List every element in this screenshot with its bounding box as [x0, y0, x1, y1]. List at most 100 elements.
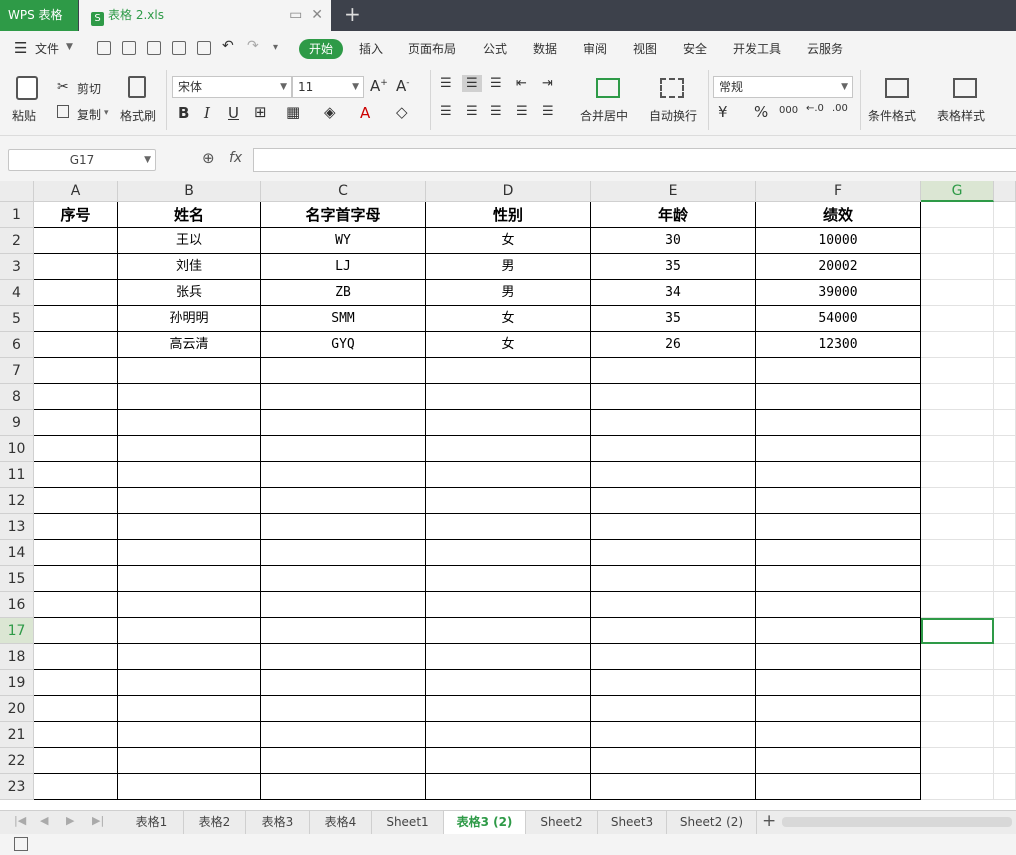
undo-icon[interactable]: ↶: [222, 38, 234, 54]
cell-a8[interactable]: [34, 384, 118, 410]
font-name-select[interactable]: 宋体 ▼: [172, 76, 292, 98]
cell-a15[interactable]: [34, 566, 118, 592]
cell-g12[interactable]: [921, 488, 994, 514]
cell-d17[interactable]: [426, 618, 591, 644]
cell-d22[interactable]: [426, 748, 591, 774]
new-tab-button[interactable]: +: [344, 0, 361, 29]
merge-center-button[interactable]: 合并居中: [580, 107, 628, 124]
cell-d1[interactable]: 性别: [426, 202, 591, 228]
cell-blank[interactable]: [994, 202, 1016, 228]
cell-a1[interactable]: 序号: [34, 202, 118, 228]
cell-g14[interactable]: [921, 540, 994, 566]
save-icon[interactable]: [122, 41, 136, 55]
cell-f1[interactable]: 绩效: [756, 202, 921, 228]
cell-b8[interactable]: [118, 384, 261, 410]
cell-c23[interactable]: [261, 774, 426, 800]
cell-blank[interactable]: [994, 280, 1016, 306]
cell-b6[interactable]: 高云清: [118, 332, 261, 358]
decrease-decimal-icon[interactable]: .00: [832, 103, 848, 114]
cell-g4[interactable]: [921, 280, 994, 306]
cell-f3[interactable]: 20002: [756, 254, 921, 280]
copy-button[interactable]: 复制: [77, 106, 101, 123]
name-box[interactable]: G17 ▼: [8, 149, 156, 171]
cell-b23[interactable]: [118, 774, 261, 800]
row-header[interactable]: 1: [0, 202, 34, 228]
number-format-select[interactable]: 常规 ▼: [713, 76, 853, 98]
increase-indent-icon[interactable]: ⇥: [542, 76, 553, 91]
cell-blank[interactable]: [994, 306, 1016, 332]
cell-a4[interactable]: [34, 280, 118, 306]
sheet-tab[interactable]: Sheet2: [526, 811, 598, 834]
cell-a12[interactable]: [34, 488, 118, 514]
cell-blank[interactable]: [994, 410, 1016, 436]
cell-a10[interactable]: [34, 436, 118, 462]
tab-insert[interactable]: 插入: [359, 40, 383, 57]
cell-b4[interactable]: 张兵: [118, 280, 261, 306]
cell-c17[interactable]: [261, 618, 426, 644]
align-middle-icon[interactable]: ☰: [462, 75, 482, 92]
chevron-down-icon[interactable]: ▾: [104, 108, 109, 118]
cell-e10[interactable]: [591, 436, 756, 462]
row-header[interactable]: 3: [0, 254, 34, 280]
cell-d21[interactable]: [426, 722, 591, 748]
select-all-corner[interactable]: [0, 181, 34, 202]
cell-blank[interactable]: [994, 722, 1016, 748]
cell-f17[interactable]: [756, 618, 921, 644]
paste-icon[interactable]: [16, 76, 38, 100]
sheet-tab[interactable]: 表格3 (2): [444, 811, 526, 834]
cell-b20[interactable]: [118, 696, 261, 722]
cell-a13[interactable]: [34, 514, 118, 540]
cell-g15[interactable]: [921, 566, 994, 592]
redo-icon[interactable]: ↷: [247, 38, 259, 54]
conditional-format-button[interactable]: 条件格式: [868, 107, 916, 124]
fill-color-icon[interactable]: ◈: [324, 103, 336, 121]
cell-a19[interactable]: [34, 670, 118, 696]
cut-button[interactable]: 剪切: [77, 80, 101, 97]
next-sheet-icon[interactable]: ▶: [66, 814, 74, 827]
cell-c20[interactable]: [261, 696, 426, 722]
cell-a20[interactable]: [34, 696, 118, 722]
tab-developer[interactable]: 开发工具: [733, 40, 781, 57]
row-header[interactable]: 8: [0, 384, 34, 410]
cell-a3[interactable]: [34, 254, 118, 280]
cell-c8[interactable]: [261, 384, 426, 410]
row-header[interactable]: 2: [0, 228, 34, 254]
cell-e4[interactable]: 34: [591, 280, 756, 306]
spreadsheet-grid[interactable]: A B C D E F G 1 序号 姓名 名字首字母 性别 年龄 绩效 2 王以 WY 女 30 10000 3 刘佳 L…: [0, 181, 1016, 810]
row-header[interactable]: 12: [0, 488, 34, 514]
cell-f16[interactable]: [756, 592, 921, 618]
cell-f13[interactable]: [756, 514, 921, 540]
cell-c13[interactable]: [261, 514, 426, 540]
row-header[interactable]: 11: [0, 462, 34, 488]
row-header[interactable]: 7: [0, 358, 34, 384]
last-sheet-icon[interactable]: ▶|: [92, 814, 104, 827]
cell-c2[interactable]: WY: [261, 228, 426, 254]
cell-fill-icon[interactable]: ▦: [286, 103, 300, 121]
cell-c21[interactable]: [261, 722, 426, 748]
cell-b3[interactable]: 刘佳: [118, 254, 261, 280]
add-sheet-button[interactable]: +: [762, 811, 776, 831]
cell-d14[interactable]: [426, 540, 591, 566]
cell-c7[interactable]: [261, 358, 426, 384]
cell-e5[interactable]: 35: [591, 306, 756, 332]
row-header[interactable]: 5: [0, 306, 34, 332]
cell-e2[interactable]: 30: [591, 228, 756, 254]
cell-g13[interactable]: [921, 514, 994, 540]
customize-icon[interactable]: ▾: [273, 42, 278, 53]
cell-b22[interactable]: [118, 748, 261, 774]
cell-a5[interactable]: [34, 306, 118, 332]
sheet-tab[interactable]: Sheet3: [598, 811, 667, 834]
cell-blank[interactable]: [994, 514, 1016, 540]
cell-c9[interactable]: [261, 410, 426, 436]
cell-b18[interactable]: [118, 644, 261, 670]
cell-a14[interactable]: [34, 540, 118, 566]
cell-c18[interactable]: [261, 644, 426, 670]
cell-blank[interactable]: [994, 670, 1016, 696]
cell-blank[interactable]: [994, 384, 1016, 410]
cell-b14[interactable]: [118, 540, 261, 566]
cell-g1[interactable]: [921, 202, 994, 228]
cell-f11[interactable]: [756, 462, 921, 488]
row-header[interactable]: 20: [0, 696, 34, 722]
sheet-tab[interactable]: 表格4: [310, 811, 372, 834]
row-header[interactable]: 13: [0, 514, 34, 540]
